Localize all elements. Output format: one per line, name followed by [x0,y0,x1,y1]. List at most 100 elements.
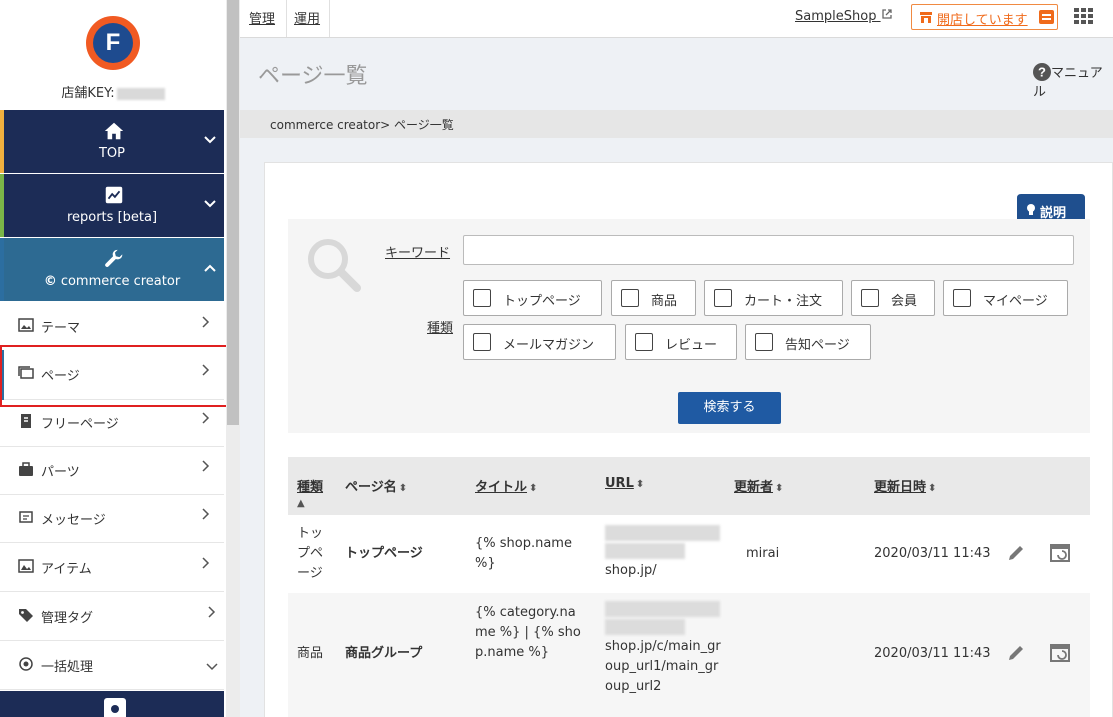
chevron-right-icon [202,557,210,573]
nav-top-label: TOP [98,146,125,161]
checkbox-label: トップページ [503,294,581,309]
column-header-page-name[interactable]: ページ名 ⬍ [345,476,407,495]
column-header-url[interactable]: URL ⬍ [605,476,644,491]
chevron-right-icon [202,508,210,524]
tag-icon [19,609,33,622]
checkbox-box[interactable] [635,333,653,351]
checkbox-label: レビュー [665,338,718,353]
sidebar-item-theme[interactable]: テーマ [0,302,224,351]
type-checkbox-mypage[interactable]: マイページ [943,280,1068,316]
checkbox-label: メールマガジン [503,338,595,353]
chevron-down-icon [204,196,216,212]
cell-page-name[interactable]: トップページ [345,544,423,564]
wrench-icon [105,249,123,267]
app-root: F 店舗KEY: TOP reports [beta] © commerce cr… [0,0,1113,717]
store-key: 店舗KEY: [0,82,226,101]
sort-icon: ⬍ [529,483,538,494]
type-label: 種類 [427,321,454,336]
chevron-right-icon [202,316,210,332]
column-header-label: ページ名 [345,480,397,495]
nav-commerce-creator-label: © commerce creator [0,274,224,289]
checkbox-box[interactable] [473,333,491,351]
free-page-icon [21,414,31,428]
type-checkbox-member[interactable]: 会員 [851,280,935,316]
column-header-title[interactable]: タイトル ⬍ [475,476,537,495]
chart-icon [105,186,123,204]
sidebar-item-message[interactable]: メッセージ [0,494,224,543]
checkbox-box[interactable] [621,289,639,307]
cell-url[interactable]: shop.jp/ [605,523,723,581]
column-header-label: URL [605,476,634,491]
sidebar-item-item[interactable]: アイテム [0,543,224,592]
column-header-label: 更新日時 [874,480,927,495]
help-icon: ? [1033,63,1051,81]
checkbox-box[interactable] [714,289,732,307]
preview-icon[interactable] [1050,643,1070,663]
nav-reports-accent [0,174,4,237]
checkbox-box[interactable] [953,289,971,307]
sidebar-item-label: テーマ [41,321,81,336]
sort-icon: ⬍ [928,483,937,494]
nav-top-accent [0,110,4,173]
cell-url[interactable]: shop.jp/c/main_group_url1/main_group_url… [605,599,723,697]
nav-commerce-creator-accent [0,238,4,301]
checkbox-label: カート・注文 [744,294,823,309]
topbar-link-operate[interactable]: 運用 [294,8,320,27]
sidebar-item-label: フリーページ [41,417,119,432]
url-redacted [605,601,720,617]
sidebar-item-admin-tag[interactable]: 管理タグ [0,592,224,641]
preview-icon[interactable] [1050,543,1070,563]
svg-text:?: ? [1038,65,1046,80]
edit-icon[interactable] [1006,543,1026,563]
type-checkbox-cart-order[interactable]: カート・注文 [704,280,843,316]
checkbox-box[interactable] [755,333,773,351]
keyword-label: キーワード [385,246,451,261]
cell-url-text: shop.jp/c/main_group_url1/main_group_url… [605,639,721,694]
type-checkbox-mail-magazine[interactable]: メールマガジン [463,324,616,360]
logo[interactable]: F [86,16,140,70]
manual-link[interactable]: ? マニュアル [1033,62,1113,100]
column-header-updated[interactable]: 更新日時 ⬍ [874,476,936,495]
checkbox-box[interactable] [473,289,491,307]
edit-icon[interactable] [1006,643,1026,663]
search-button[interactable]: 検索する [678,392,781,424]
table-row[interactable]: トップページ トップページ {% shop.name %} shop.jp/ m… [288,515,1090,593]
sidebar-item-label: メッセージ [41,513,106,528]
shop-link[interactable]: SampleShop [795,8,893,24]
type-checkbox-top-page[interactable]: トップページ [463,280,602,316]
keyword-input[interactable] [463,235,1074,265]
nav-reports[interactable]: reports [beta] [0,174,224,237]
column-header-updater[interactable]: 更新者 ⬍ [734,476,783,495]
nav-commerce-creator[interactable]: © commerce creator [0,238,224,301]
topbar: 管理 運用 SampleShop 開店しています [240,0,1113,38]
store-icon [920,12,932,23]
logo-letter: F [93,23,133,63]
nav-top[interactable]: TOP [0,110,224,173]
sort-icon: ⬍ [635,479,645,490]
checkbox-label: マイページ [983,294,1048,309]
search-icon [308,239,361,292]
table-row[interactable]: 商品 商品グループ {% category.name %} | {% shop.… [288,593,1090,717]
column-header-type[interactable]: 種類 ▲ [297,476,323,510]
sidebar-item-parts[interactable]: パーツ [0,446,224,495]
nav-settings[interactable] [0,691,224,717]
breadcrumb: commerce creator> ページ一覧 [240,110,1113,138]
app-grid-icon[interactable] [1074,8,1094,24]
sidebar-item-batch[interactable]: 一括処理 [0,641,224,690]
shop-link-label: SampleShop [795,9,877,24]
shop-open-status-label: 開店しています [937,13,1028,28]
type-checkbox-notice-page[interactable]: 告知ページ [745,324,871,360]
sidebar-scrollbar-thumb[interactable] [227,0,239,425]
topbar-link-manage[interactable]: 管理 [249,8,275,27]
shop-open-status-button[interactable]: 開店しています [911,4,1058,30]
type-checkbox-product[interactable]: 商品 [611,280,696,316]
selection-highlight [0,345,228,407]
cell-updated: 2020/03/11 11:43 [874,546,991,561]
checkbox-box[interactable] [861,289,879,307]
cell-page-name[interactable]: 商品グループ [345,644,422,664]
chevron-up-icon [204,260,216,276]
sort-icon: ⬍ [775,483,784,494]
gear-icon [104,698,126,717]
checkbox-label: 商品 [651,294,678,309]
type-checkbox-review[interactable]: レビュー [625,324,737,360]
